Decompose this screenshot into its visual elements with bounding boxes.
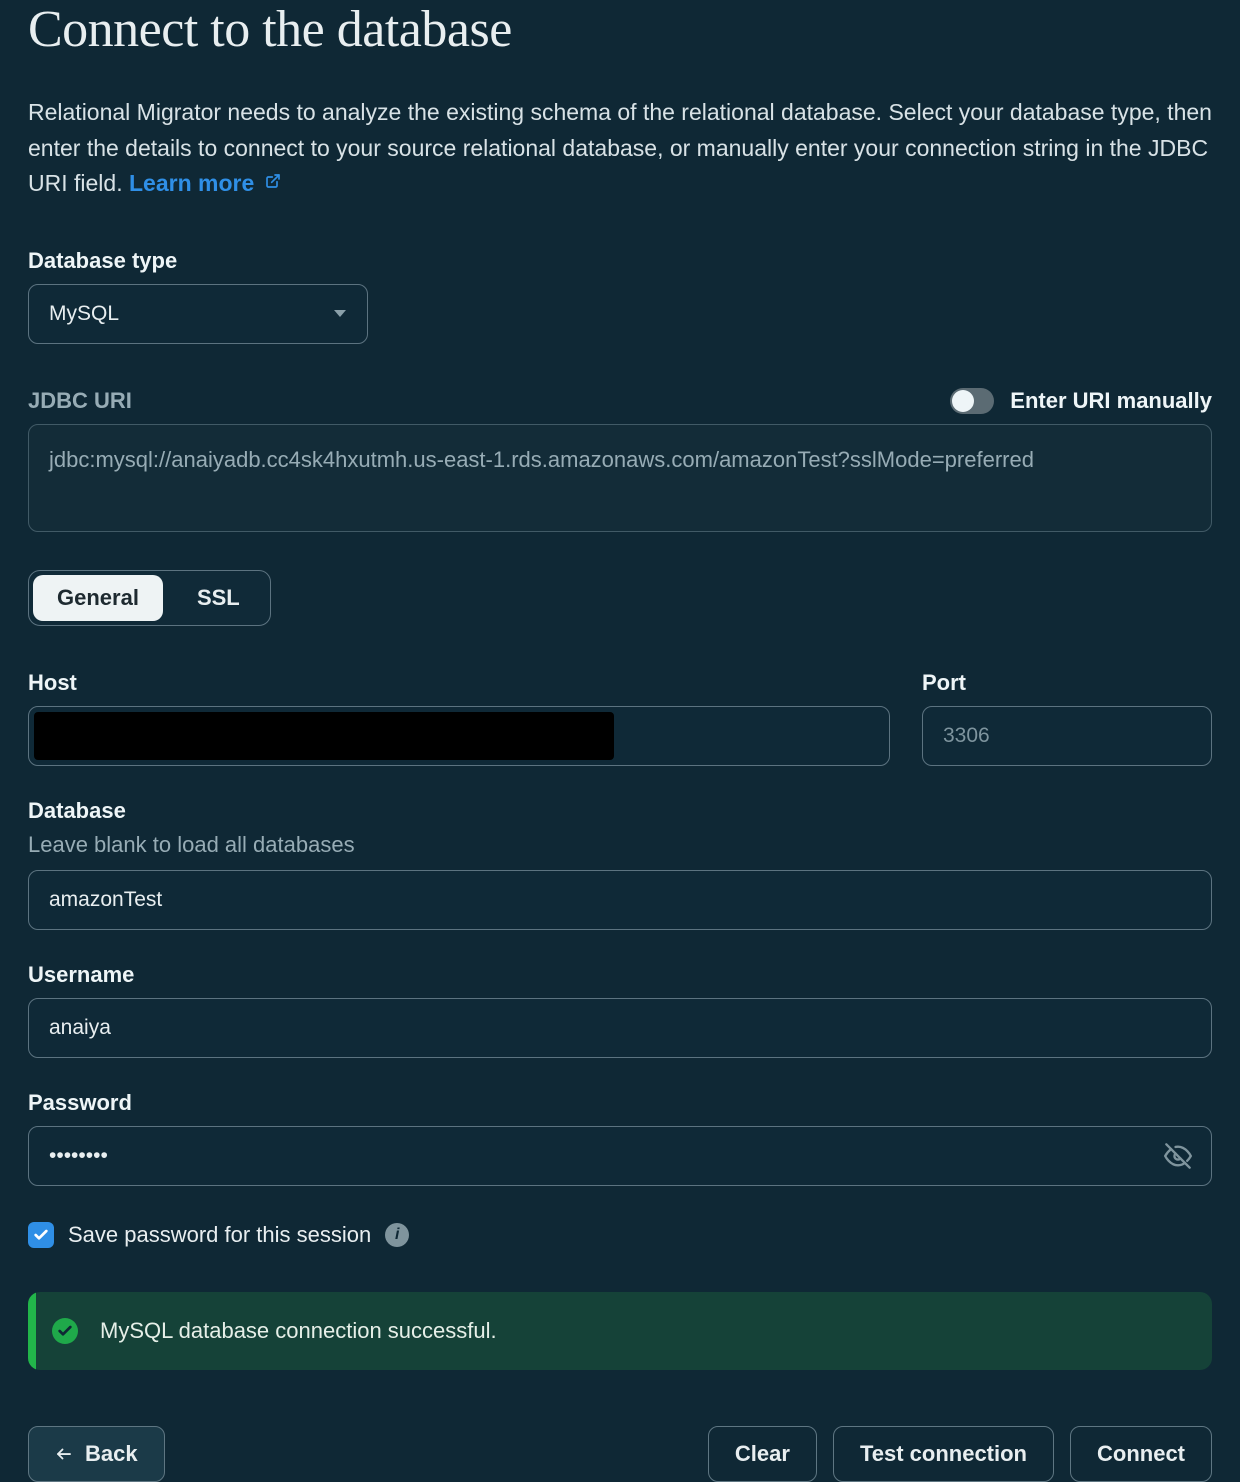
uri-manual-label: Enter URI manually xyxy=(1010,388,1212,414)
external-link-icon xyxy=(265,173,281,189)
password-input[interactable] xyxy=(28,1126,1212,1186)
db-type-value: MySQL xyxy=(49,302,119,326)
jdbc-label: JDBC URI xyxy=(28,388,132,414)
uri-manual-toggle[interactable] xyxy=(950,388,994,414)
page-description: Relational Migrator needs to analyze the… xyxy=(28,95,1212,202)
chevron-down-icon xyxy=(333,309,347,319)
arrow-left-icon xyxy=(55,1445,73,1463)
clear-button[interactable]: Clear xyxy=(708,1426,817,1482)
db-type-label: Database type xyxy=(28,248,1212,274)
banner-message: MySQL database connection successful. xyxy=(100,1318,497,1344)
jdbc-uri-value: jdbc:mysql://anaiyadb.cc4sk4hxutmh.us-ea… xyxy=(49,447,1034,472)
host-label: Host xyxy=(28,670,890,696)
port-input[interactable] xyxy=(922,706,1212,766)
port-label: Port xyxy=(922,670,1212,696)
username-input[interactable] xyxy=(28,998,1212,1058)
redacted-overlay xyxy=(34,712,614,760)
eye-off-icon[interactable] xyxy=(1164,1142,1192,1170)
database-hint: Leave blank to load all databases xyxy=(28,832,1212,858)
db-type-select[interactable]: MySQL xyxy=(28,284,368,344)
learn-more-link[interactable]: Learn more xyxy=(129,170,281,196)
check-circle-icon xyxy=(52,1318,78,1344)
clear-label: Clear xyxy=(735,1441,790,1467)
info-icon[interactable]: i xyxy=(385,1223,409,1247)
toggle-knob xyxy=(952,390,974,412)
save-password-checkbox[interactable] xyxy=(28,1222,54,1248)
database-input[interactable] xyxy=(28,870,1212,930)
database-label: Database xyxy=(28,798,1212,824)
banner-stripe xyxy=(28,1292,36,1370)
learn-more-label: Learn more xyxy=(129,170,254,196)
connection-tabs: General SSL xyxy=(28,570,271,626)
test-connection-button[interactable]: Test connection xyxy=(833,1426,1054,1482)
save-password-label: Save password for this session xyxy=(68,1222,371,1248)
page-title: Connect to the database xyxy=(28,0,1212,59)
username-label: Username xyxy=(28,962,1212,988)
back-label: Back xyxy=(85,1441,138,1467)
test-label: Test connection xyxy=(860,1441,1027,1467)
back-button[interactable]: Back xyxy=(28,1426,165,1482)
jdbc-uri-box: jdbc:mysql://anaiyadb.cc4sk4hxutmh.us-ea… xyxy=(28,424,1212,532)
connect-button[interactable]: Connect xyxy=(1070,1426,1212,1482)
tab-general[interactable]: General xyxy=(33,575,163,621)
success-banner: MySQL database connection successful. xyxy=(28,1292,1212,1370)
connect-label: Connect xyxy=(1097,1441,1185,1467)
tab-ssl[interactable]: SSL xyxy=(167,571,270,625)
password-label: Password xyxy=(28,1090,1212,1116)
